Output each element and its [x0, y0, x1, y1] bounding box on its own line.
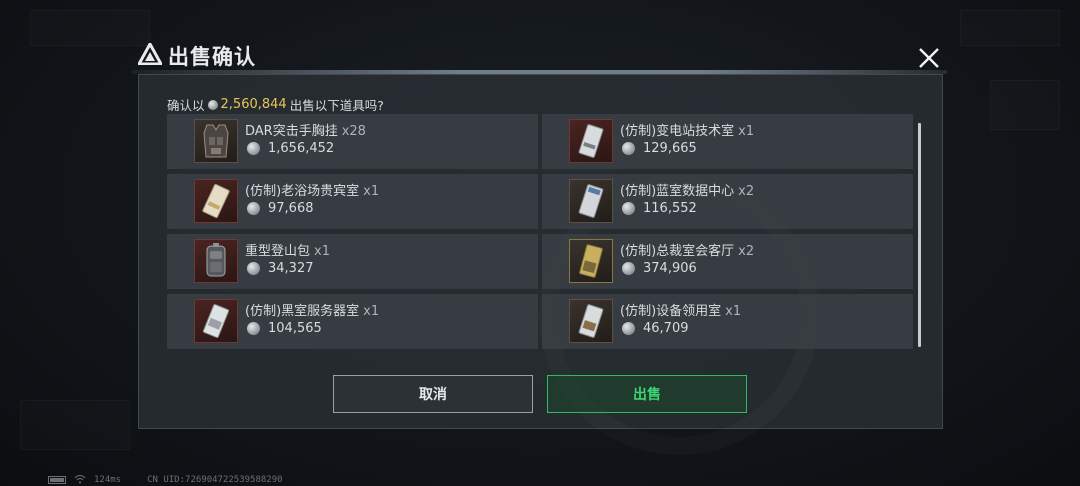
ping-readout: 124ms [94, 475, 122, 485]
item-name: (仿制)蓝室数据中心 [620, 184, 735, 199]
item-price: 1,656,452 [268, 141, 335, 156]
coin-icon [622, 262, 635, 275]
coin-icon [247, 262, 260, 275]
coin-icon [622, 322, 635, 335]
item-name: (仿制)变电站技术室 [620, 124, 735, 139]
coin-icon [207, 99, 218, 110]
item-quantity: x1 [738, 124, 755, 139]
item-name: 重型登山包 [245, 244, 311, 259]
item-quantity: x28 [341, 124, 366, 139]
sell-button[interactable]: 出售 [547, 375, 747, 413]
background-tile [30, 10, 150, 46]
item-price: 374,906 [643, 261, 697, 276]
tactical-vest-icon [194, 119, 238, 163]
list-item[interactable]: (仿制)设备领用室 x1 46,709 [542, 294, 913, 349]
keycard-icon [194, 299, 238, 343]
wifi-icon [74, 474, 86, 486]
item-price: 116,552 [643, 201, 697, 216]
item-list[interactable]: DAR突击手胸挂 x28 1,656,452 (仿制)变电站技术室 x1 129,6… [167, 114, 915, 349]
background-tile [960, 10, 1060, 46]
list-item[interactable]: (仿制)老浴场贵宾室 x1 97,668 [167, 174, 538, 229]
total-amount: 2,560,844 [220, 97, 287, 112]
coin-icon [247, 202, 260, 215]
keycard-icon [194, 179, 238, 223]
background-tile [990, 80, 1060, 130]
keycard-icon [569, 119, 613, 163]
list-item[interactable]: DAR突击手胸挂 x28 1,656,452 [167, 114, 538, 169]
item-price: 129,665 [643, 141, 697, 156]
item-price: 104,565 [268, 321, 322, 336]
confirm-message: 确认以 2,560,844 出售以下道具吗? [167, 95, 384, 114]
item-name: (仿制)老浴场贵宾室 [245, 184, 360, 199]
coin-icon [247, 142, 260, 155]
confirm-suffix: 出售以下道具吗? [289, 98, 384, 113]
backpack-icon [194, 239, 238, 283]
background-tile [20, 400, 130, 450]
list-item[interactable]: (仿制)总裁室会客厅 x2 374,906 [542, 234, 913, 289]
item-price: 97,668 [268, 201, 314, 216]
cancel-button[interactable]: 取消 [333, 375, 533, 413]
coin-icon [622, 202, 635, 215]
status-bar: 124ms CN UID:7269047225395882​90 [48, 474, 283, 486]
list-scrollbar[interactable] [918, 123, 921, 347]
triangle-logo-icon [136, 40, 164, 69]
list-item[interactable]: (仿制)黑室服务器室 x1 104,565 [167, 294, 538, 349]
item-quantity: x2 [738, 244, 755, 259]
coin-icon [247, 322, 260, 335]
item-price: 34,327 [268, 261, 314, 276]
dialog-title: 出售确认 [168, 45, 256, 69]
item-name: (仿制)总裁室会客厅 [620, 244, 735, 259]
close-button[interactable] [914, 44, 944, 72]
list-item[interactable]: (仿制)蓝室数据中心 x2 116,552 [542, 174, 913, 229]
list-item[interactable]: (仿制)变电站技术室 x1 129,665 [542, 114, 913, 169]
confirm-prefix: 确认以 [167, 98, 205, 113]
list-item[interactable]: 重型登山包 x1 34,327 [167, 234, 538, 289]
item-name: DAR突击手胸挂 [245, 124, 338, 139]
keycard-icon [569, 179, 613, 223]
battery-icon [48, 476, 66, 484]
keycard-icon [569, 299, 613, 343]
uid-text: CN UID:7269047225395882​90 [147, 475, 283, 485]
item-quantity: x2 [738, 184, 755, 199]
dialog-header: 出售确认 [136, 40, 256, 72]
coin-icon [622, 142, 635, 155]
item-quantity: x1 [363, 184, 380, 199]
item-quantity: x1 [363, 304, 380, 319]
keycard-icon [569, 239, 613, 283]
item-quantity: x1 [725, 304, 742, 319]
item-name: (仿制)黑室服务器室 [245, 304, 360, 319]
item-quantity: x1 [314, 244, 330, 259]
item-price: 46,709 [643, 321, 689, 336]
item-name: (仿制)设备领用室 [620, 304, 722, 319]
